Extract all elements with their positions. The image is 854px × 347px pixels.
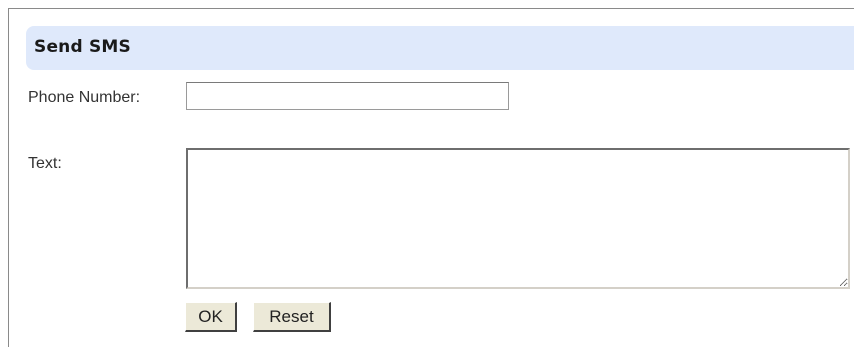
text-label: Text: — [28, 155, 62, 172]
section-header: Send SMS — [26, 26, 854, 70]
phone-number-input[interactable] — [186, 82, 509, 110]
phone-number-label: Phone Number: — [28, 89, 141, 106]
ok-button[interactable]: OK — [185, 302, 237, 332]
sms-text-area[interactable] — [186, 148, 850, 289]
reset-button[interactable]: Reset — [253, 302, 331, 332]
section-title: Send SMS — [34, 37, 131, 57]
